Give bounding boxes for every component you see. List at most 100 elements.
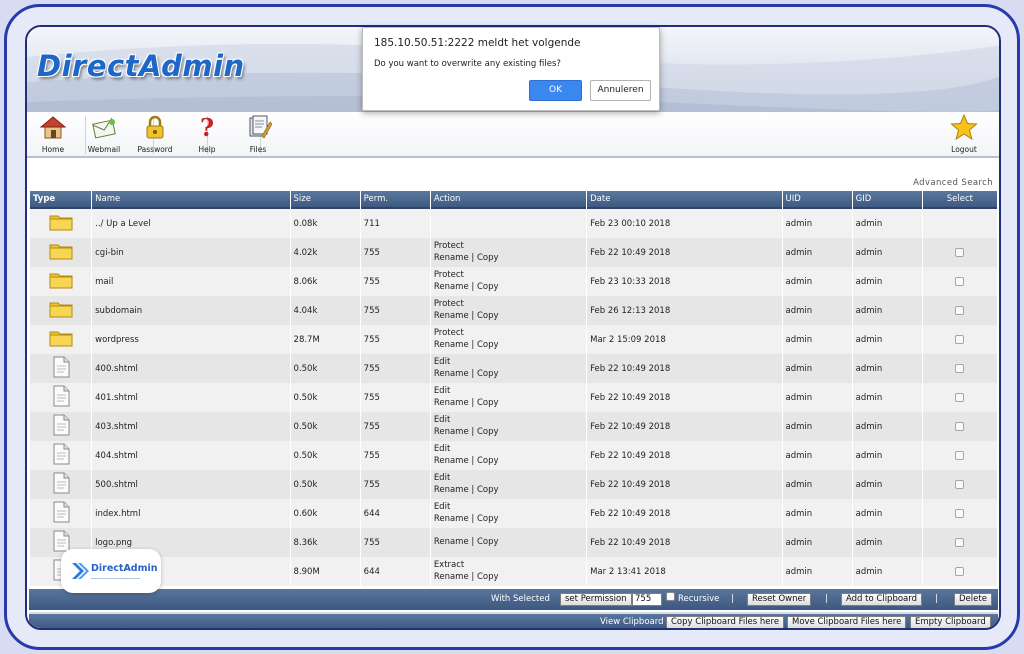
add-to-clipboard-button[interactable]: Add to Clipboard: [841, 593, 922, 606]
rename-link[interactable]: Rename: [434, 514, 469, 524]
cell-name[interactable]: 400.shtml: [92, 354, 290, 383]
select-checkbox[interactable]: [955, 479, 965, 489]
cell-perm[interactable]: 711: [360, 209, 430, 238]
action-primary-link[interactable]: Extract: [434, 560, 464, 570]
rename-link[interactable]: Rename: [434, 253, 469, 263]
view-clipboard-link[interactable]: View Clipboard: [600, 617, 663, 627]
cell-name[interactable]: wordpress: [92, 325, 290, 354]
copy-link[interactable]: Copy: [477, 398, 499, 408]
copy-link[interactable]: Copy: [477, 537, 499, 547]
file-icon[interactable]: [52, 501, 70, 526]
cell-perm[interactable]: 755: [360, 441, 430, 470]
cell-perm[interactable]: 755: [360, 325, 430, 354]
action-primary-link[interactable]: Edit: [434, 415, 450, 425]
column-header-perm[interactable]: Perm.: [360, 191, 430, 209]
select-checkbox[interactable]: [955, 566, 965, 576]
advanced-search-link[interactable]: Advanced Search: [913, 178, 993, 188]
copy-link[interactable]: Copy: [477, 427, 499, 437]
cell-name[interactable]: 404.shtml: [92, 441, 290, 470]
column-header-uid[interactable]: UID: [782, 191, 852, 209]
empty-clipboard-button[interactable]: Empty Clipboard: [910, 616, 991, 628]
select-checkbox[interactable]: [955, 537, 965, 547]
cell-name[interactable]: index.html: [92, 499, 290, 528]
action-primary-link[interactable]: Protect: [434, 299, 464, 309]
cell-perm[interactable]: 644: [360, 557, 430, 586]
set-permission-button[interactable]: set Permission: [560, 593, 632, 606]
directadmin-logo[interactable]: DirectAdmin: [37, 49, 245, 83]
toolbar-webmail[interactable]: Webmail: [79, 114, 129, 156]
copy-link[interactable]: Copy: [477, 340, 499, 350]
rename-link[interactable]: Rename: [434, 311, 469, 321]
folder-icon[interactable]: [49, 215, 73, 234]
file-icon[interactable]: [52, 443, 70, 468]
action-primary-link[interactable]: Edit: [434, 386, 450, 396]
select-checkbox[interactable]: [955, 247, 965, 257]
cell-perm[interactable]: 755: [360, 354, 430, 383]
dialog-ok-button[interactable]: OK: [529, 80, 582, 101]
cell-name[interactable]: 401.shtml: [92, 383, 290, 412]
cell-perm[interactable]: 755: [360, 296, 430, 325]
cell-perm[interactable]: 755: [360, 238, 430, 267]
dialog-cancel-button[interactable]: Annuleren: [590, 80, 651, 101]
action-primary-link[interactable]: Protect: [434, 241, 464, 251]
rename-link[interactable]: Rename: [434, 456, 469, 466]
file-icon[interactable]: [52, 472, 70, 497]
copy-link[interactable]: Copy: [477, 282, 499, 292]
copy-link[interactable]: Copy: [477, 253, 499, 263]
cell-name[interactable]: ../ Up a Level: [92, 209, 290, 238]
recursive-checkbox[interactable]: [666, 592, 675, 601]
column-header-name[interactable]: Name: [92, 191, 290, 209]
copy-link[interactable]: Copy: [477, 369, 499, 379]
select-checkbox[interactable]: [955, 392, 965, 402]
select-checkbox[interactable]: [955, 450, 965, 460]
toolbar-logout[interactable]: Logout: [939, 114, 989, 156]
select-checkbox[interactable]: [955, 305, 965, 315]
folder-icon[interactable]: [49, 302, 73, 321]
cell-perm[interactable]: 755: [360, 470, 430, 499]
copy-link[interactable]: Copy: [477, 485, 499, 495]
rename-link[interactable]: Rename: [434, 427, 469, 437]
action-primary-link[interactable]: Edit: [434, 357, 450, 367]
cell-name[interactable]: subdomain: [92, 296, 290, 325]
delete-button[interactable]: Delete: [954, 593, 992, 606]
action-primary-link[interactable]: Protect: [434, 270, 464, 280]
column-header-date[interactable]: Date: [587, 191, 782, 209]
toolbar-password[interactable]: Password: [130, 114, 180, 156]
folder-icon[interactable]: [49, 244, 73, 263]
permission-input[interactable]: 755: [632, 593, 662, 606]
file-icon[interactable]: [52, 414, 70, 439]
move-clipboard-files-button[interactable]: Move Clipboard Files here: [787, 616, 907, 628]
cell-perm[interactable]: 755: [360, 267, 430, 296]
column-header-type[interactable]: Type: [30, 191, 92, 209]
cell-perm[interactable]: 644: [360, 499, 430, 528]
copy-link[interactable]: Copy: [477, 311, 499, 321]
rename-link[interactable]: Rename: [434, 537, 469, 547]
copy-clipboard-files-button[interactable]: Copy Clipboard Files here: [666, 616, 785, 628]
select-checkbox[interactable]: [955, 421, 965, 431]
column-header-size[interactable]: Size: [290, 191, 360, 209]
select-checkbox[interactable]: [955, 334, 965, 344]
folder-icon[interactable]: [49, 331, 73, 350]
column-header-gid[interactable]: GID: [852, 191, 922, 209]
rename-link[interactable]: Rename: [434, 340, 469, 350]
file-icon[interactable]: [52, 356, 70, 381]
folder-icon[interactable]: [49, 273, 73, 292]
select-checkbox[interactable]: [955, 508, 965, 518]
rename-link[interactable]: Rename: [434, 282, 469, 292]
rename-link[interactable]: Rename: [434, 572, 469, 582]
action-primary-link[interactable]: Edit: [434, 444, 450, 454]
copy-link[interactable]: Copy: [477, 572, 499, 582]
toolbar-home[interactable]: Home: [28, 114, 78, 156]
cell-perm[interactable]: 755: [360, 412, 430, 441]
copy-link[interactable]: Copy: [477, 514, 499, 524]
action-primary-link[interactable]: Edit: [434, 502, 450, 512]
cell-perm[interactable]: 755: [360, 528, 430, 557]
cell-perm[interactable]: 755: [360, 383, 430, 412]
file-icon[interactable]: [52, 385, 70, 410]
toolbar-help[interactable]: ? Help: [182, 114, 232, 156]
cell-name[interactable]: 403.shtml: [92, 412, 290, 441]
rename-link[interactable]: Rename: [434, 398, 469, 408]
toolbar-files[interactable]: Files: [233, 114, 283, 156]
reset-owner-button[interactable]: Reset Owner: [747, 593, 812, 606]
action-primary-link[interactable]: Edit: [434, 473, 450, 483]
